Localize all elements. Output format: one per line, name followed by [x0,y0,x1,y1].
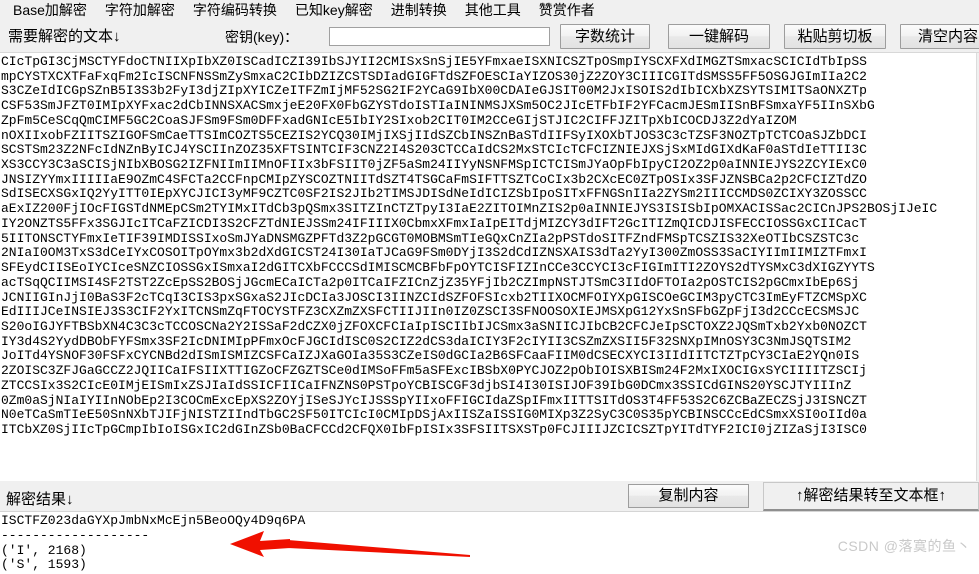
key-input[interactable] [329,27,550,46]
word-count-button[interactable]: 字数统计 [560,24,650,49]
source-textarea[interactable]: CIcTpGI3CjMSCTYFdoCTNIIXpIbXZ0ISCadICZI3… [0,53,979,481]
result-text-line: ('I', 2168) [1,543,87,558]
csdn-watermark: CSDN @落寞的鱼丶 [837,538,971,554]
copy-content-button[interactable]: 复制内容 [628,484,749,508]
result-text-line: ('S', 1593) [1,558,87,573]
source-text-line: IY2ONZTS5FFx3SGJIcITCaFZICDI3S2CFZTdNIEJ… [1,216,867,231]
app-window: Base加解密 字符加解密 字符编码转换 已知key解密 进制转换 其他工具 赞… [0,0,979,574]
source-text-label: 需要解密的文本↓ [8,28,121,45]
source-text-line: nOXIIxobFZIITSZIGOFSmCaeTTSImCOZTS5CEZIS… [1,128,867,143]
source-text-line: S20oIGJYFTBSbXN4C3C3cTCCOSCNa2Y2ISSaF2dC… [1,319,867,334]
clear-content-button[interactable]: 清空内容 [900,24,979,49]
source-text-line: 5IITONSCTYFmxIeTIF39IMDISSIxoSmJYaDNSMGZ… [1,231,860,246]
source-text-line: acTSqQCIIMSI4SF2TST2ZcEpSS2BOSjJGcmECaIC… [1,275,860,290]
result-toolbar: 解密结果↓ 复制内容 ↑解密结果转至文本框↑ [0,481,979,512]
menu-item-radix[interactable]: 进制转换 [382,0,456,21]
source-text-line: S3CZeIdICGpSZnB5I3S3b2FyI3djZIpXYICZeITF… [1,84,867,99]
source-text-line: JoITd4YSNOF30FSFxCYCNBd2dISmISMIZCSFCaIZ… [1,349,860,364]
input-toolbar: 需要解密的文本↓ 密钥(key)： 字数统计 一键解码 粘贴剪切板 清空内容 [0,21,979,53]
source-text-line: mpCYSTXCXTFaFxqFm2IcISCNFNSSmZySmxaC2CIb… [1,69,867,84]
source-text-line: 2NIaI0OM3TxS3dCeIYxCOSOITpOYmx3b2dXdGICS… [1,246,867,261]
menu-item-base[interactable]: Base加解密 [4,0,96,21]
paste-clipboard-button[interactable]: 粘贴剪切板 [784,24,886,49]
source-text-line: XS3CCY3C3aSCISjNIbXBOSG2IZFNIImIIMnOFIIx… [1,158,867,173]
menu-item-char-crypt[interactable]: 字符加解密 [96,0,184,21]
source-text-line: ZTCCSIx3S2CIcE0IMjEISmIxZSJIaIdSSICFIICa… [1,378,852,393]
result-to-textbox-button[interactable]: ↑解密结果转至文本框↑ [763,482,979,511]
source-text-line: EdIIIJCeINSIEJ3S3CIF2YxITCNSmZqFTOCYSTFZ… [1,305,860,320]
result-text-line: ISCTFZ023daGYXpJmbNxMcEjn5BeoOQy4D9q6PA [1,514,306,528]
menu-item-known-key[interactable]: 已知key解密 [286,0,382,21]
source-text-line: ITCbXZ0SjIIcTpGCmpIbIoISGxIC2dGInZSb0BaC… [1,422,867,437]
result-label: 解密结果↓ [6,491,74,508]
source-text-line: CSF53SmJFZT0IMIpXYFxac2dCbINNSXACSmxjeE2… [1,99,875,114]
source-text-line: CIcTpGI3CjMSCTYFdoCTNIIXpIbXZ0ISCadICZI3… [1,55,867,69]
menu-item-char-encoding[interactable]: 字符编码转换 [184,0,286,21]
menu-item-donate[interactable]: 赞赏作者 [530,0,604,21]
source-text-line: 0Zm0aSjNIaIYIInNObEp2I3COCmExcEpXS2ZOYjI… [1,393,867,408]
menu-item-other-tools[interactable]: 其他工具 [456,0,530,21]
result-text-line: ------------------- [1,528,150,543]
source-text-line: JNSIZYYmxIIIIIaE9OZmC4SFCTa2CCFnpCMIpZYS… [1,172,867,187]
source-text-line: SFEydCIISEoIYCIceSNZCIOSSGxISmxaI2dGITCX… [1,261,875,276]
source-text-line: aExIZ200FjIOcFIGSTdNMEpCSm2TYIMxITdCb3pQ… [1,202,938,217]
source-text-line: ZpFm5CeSCqQmCIMF5GC2CoaSJFSm9FSm0DFFxadG… [1,113,797,128]
menu-bar: Base加解密 字符加解密 字符编码转换 已知key解密 进制转换 其他工具 赞… [0,0,979,21]
one-click-decode-button[interactable]: 一键解码 [668,24,770,49]
key-label: 密钥(key)： [225,29,299,45]
source-text-line: IY3d4S2YydDBObFYFSmx3SF2IcDNIMIpPFmxOcFJ… [1,334,852,349]
source-text-line: 2ZOISC3ZFJGaGCCZ2JQIICaIFSIIXTTIGZoCFZGZ… [1,364,867,379]
result-textarea[interactable]: ISCTFZ023daGYXpJmbNxMcEjn5BeoOQy4D9q6PA -… [0,512,979,574]
source-text-line: N0eTCaSmTIeE50SnNXbTJIFjNISTZIIndTbGC2SF… [1,408,867,423]
source-text-line: SdISECXSGxIQ2YyITT0IEpXYCJICI3yMF9CZTC0S… [1,187,867,202]
source-text-line: SCSTSm23Z2NFcIdNZnByICJ4YSCIInZOZ35XFTSI… [1,143,867,158]
source-text-line: JCNIIGInJjI0BaS3F2cTCqI3CIS3pxSGxaS2JIcD… [1,290,867,305]
